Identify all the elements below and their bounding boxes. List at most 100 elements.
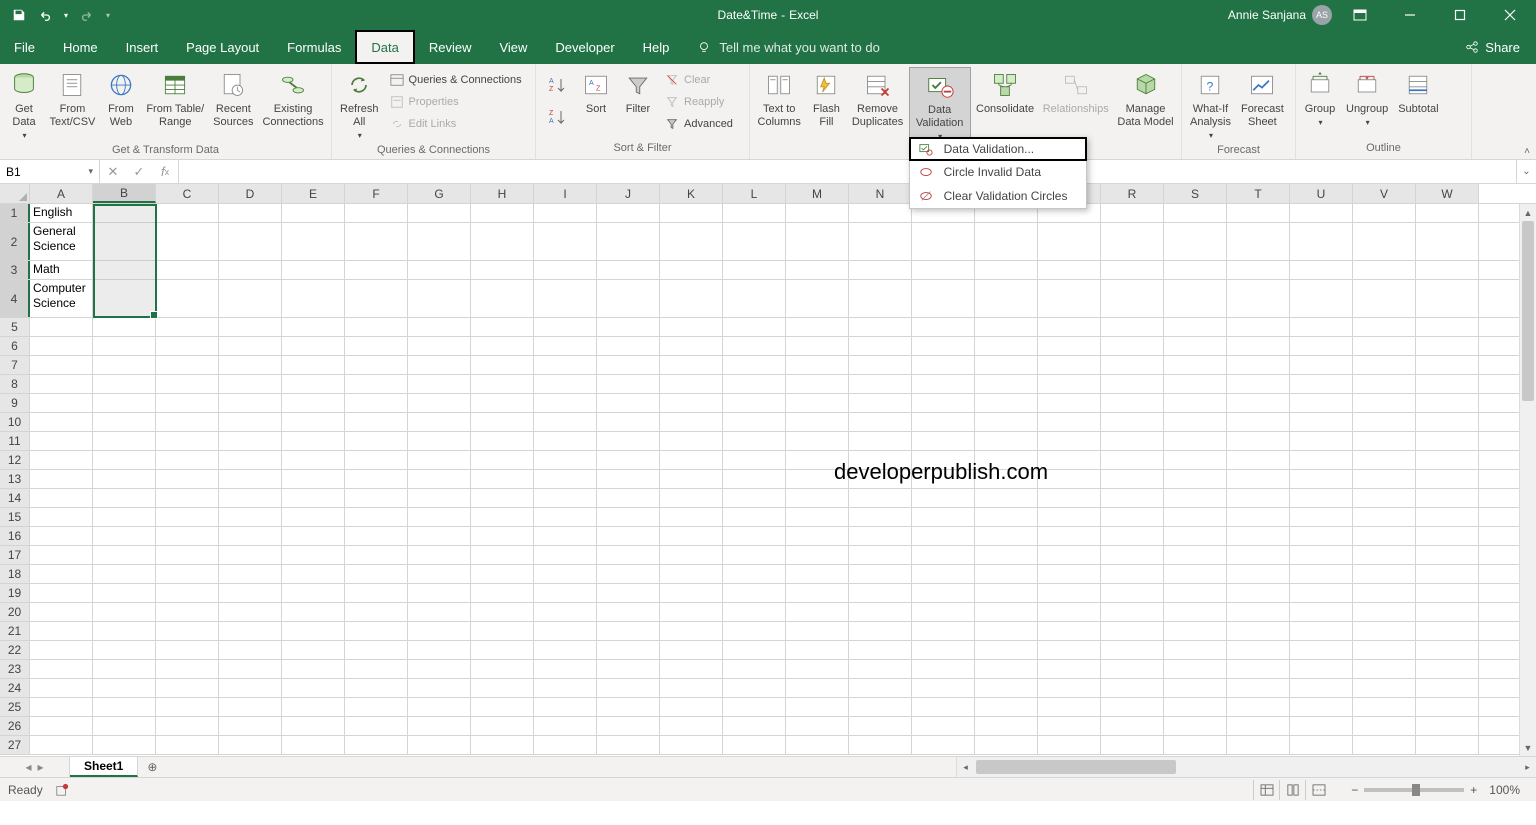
cell-R16[interactable]	[1101, 527, 1164, 545]
menu-circle-invalid[interactable]: Circle Invalid Data	[910, 160, 1086, 184]
from-web-button[interactable]: From Web	[101, 67, 141, 131]
cell-H20[interactable]	[471, 603, 534, 621]
cell-V16[interactable]	[1353, 527, 1416, 545]
cell-P27[interactable]	[975, 736, 1038, 754]
cell-T22[interactable]	[1227, 641, 1290, 659]
cell-U6[interactable]	[1290, 337, 1353, 355]
cell-G14[interactable]	[408, 489, 471, 507]
cell-O5[interactable]	[912, 318, 975, 336]
cell-U9[interactable]	[1290, 394, 1353, 412]
cell-G24[interactable]	[408, 679, 471, 697]
cell-L2[interactable]	[723, 223, 786, 260]
cell-G6[interactable]	[408, 337, 471, 355]
cell-G23[interactable]	[408, 660, 471, 678]
cell-O23[interactable]	[912, 660, 975, 678]
cell-G27[interactable]	[408, 736, 471, 754]
sort-button[interactable]: AZ Sort	[576, 67, 616, 118]
cell-U27[interactable]	[1290, 736, 1353, 754]
cell-I24[interactable]	[534, 679, 597, 697]
cell-H23[interactable]	[471, 660, 534, 678]
row-header-19[interactable]: 19	[0, 584, 30, 602]
cell-P16[interactable]	[975, 527, 1038, 545]
cell-U20[interactable]	[1290, 603, 1353, 621]
cell-C17[interactable]	[156, 546, 219, 564]
cell-B26[interactable]	[93, 717, 156, 735]
cell-U19[interactable]	[1290, 584, 1353, 602]
cell-K12[interactable]	[660, 451, 723, 469]
cell-N9[interactable]	[849, 394, 912, 412]
column-header-W[interactable]: W	[1416, 184, 1479, 203]
cell-C27[interactable]	[156, 736, 219, 754]
cell-U7[interactable]	[1290, 356, 1353, 374]
cell-J8[interactable]	[597, 375, 660, 393]
cell-R8[interactable]	[1101, 375, 1164, 393]
cell-R10[interactable]	[1101, 413, 1164, 431]
cell-L8[interactable]	[723, 375, 786, 393]
cell-R2[interactable]	[1101, 223, 1164, 260]
cell-N17[interactable]	[849, 546, 912, 564]
cell-V27[interactable]	[1353, 736, 1416, 754]
cell-B8[interactable]	[93, 375, 156, 393]
queries-connections-button[interactable]: Queries & Connections	[385, 69, 526, 91]
cell-K4[interactable]	[660, 280, 723, 317]
cell-F7[interactable]	[345, 356, 408, 374]
cell-H2[interactable]	[471, 223, 534, 260]
cell-D9[interactable]	[219, 394, 282, 412]
cell-C20[interactable]	[156, 603, 219, 621]
column-header-A[interactable]: A	[30, 184, 93, 203]
cell-V18[interactable]	[1353, 565, 1416, 583]
cell-S24[interactable]	[1164, 679, 1227, 697]
row-header-21[interactable]: 21	[0, 622, 30, 640]
cell-A18[interactable]	[30, 565, 93, 583]
cell-S12[interactable]	[1164, 451, 1227, 469]
cell-P22[interactable]	[975, 641, 1038, 659]
cell-N1[interactable]	[849, 204, 912, 222]
cell-F1[interactable]	[345, 204, 408, 222]
cell-I13[interactable]	[534, 470, 597, 488]
cell-Q21[interactable]	[1038, 622, 1101, 640]
cell-G17[interactable]	[408, 546, 471, 564]
cell-J18[interactable]	[597, 565, 660, 583]
cell-G18[interactable]	[408, 565, 471, 583]
cell-H6[interactable]	[471, 337, 534, 355]
cell-W21[interactable]	[1416, 622, 1479, 640]
cell-M8[interactable]	[786, 375, 849, 393]
cell-K1[interactable]	[660, 204, 723, 222]
cell-E7[interactable]	[282, 356, 345, 374]
cell-F27[interactable]	[345, 736, 408, 754]
cell-H8[interactable]	[471, 375, 534, 393]
cell-H18[interactable]	[471, 565, 534, 583]
cell-F16[interactable]	[345, 527, 408, 545]
cell-S3[interactable]	[1164, 261, 1227, 279]
cell-Q13[interactable]	[1038, 470, 1101, 488]
row-header-2[interactable]: 2	[0, 223, 30, 260]
group-button[interactable]: Group▾	[1300, 67, 1340, 131]
cell-V15[interactable]	[1353, 508, 1416, 526]
cell-D15[interactable]	[219, 508, 282, 526]
cell-D5[interactable]	[219, 318, 282, 336]
cell-S19[interactable]	[1164, 584, 1227, 602]
cell-P7[interactable]	[975, 356, 1038, 374]
cell-C6[interactable]	[156, 337, 219, 355]
cell-K14[interactable]	[660, 489, 723, 507]
cell-M21[interactable]	[786, 622, 849, 640]
cell-Q14[interactable]	[1038, 489, 1101, 507]
cell-T3[interactable]	[1227, 261, 1290, 279]
cell-C2[interactable]	[156, 223, 219, 260]
cell-T19[interactable]	[1227, 584, 1290, 602]
cell-T15[interactable]	[1227, 508, 1290, 526]
cell-V4[interactable]	[1353, 280, 1416, 317]
cell-M24[interactable]	[786, 679, 849, 697]
cell-G16[interactable]	[408, 527, 471, 545]
cell-V10[interactable]	[1353, 413, 1416, 431]
cell-B20[interactable]	[93, 603, 156, 621]
cell-L18[interactable]	[723, 565, 786, 583]
cell-Q15[interactable]	[1038, 508, 1101, 526]
cell-B19[interactable]	[93, 584, 156, 602]
cell-P10[interactable]	[975, 413, 1038, 431]
cell-N25[interactable]	[849, 698, 912, 716]
cell-U5[interactable]	[1290, 318, 1353, 336]
cell-C26[interactable]	[156, 717, 219, 735]
cell-K5[interactable]	[660, 318, 723, 336]
cell-T10[interactable]	[1227, 413, 1290, 431]
